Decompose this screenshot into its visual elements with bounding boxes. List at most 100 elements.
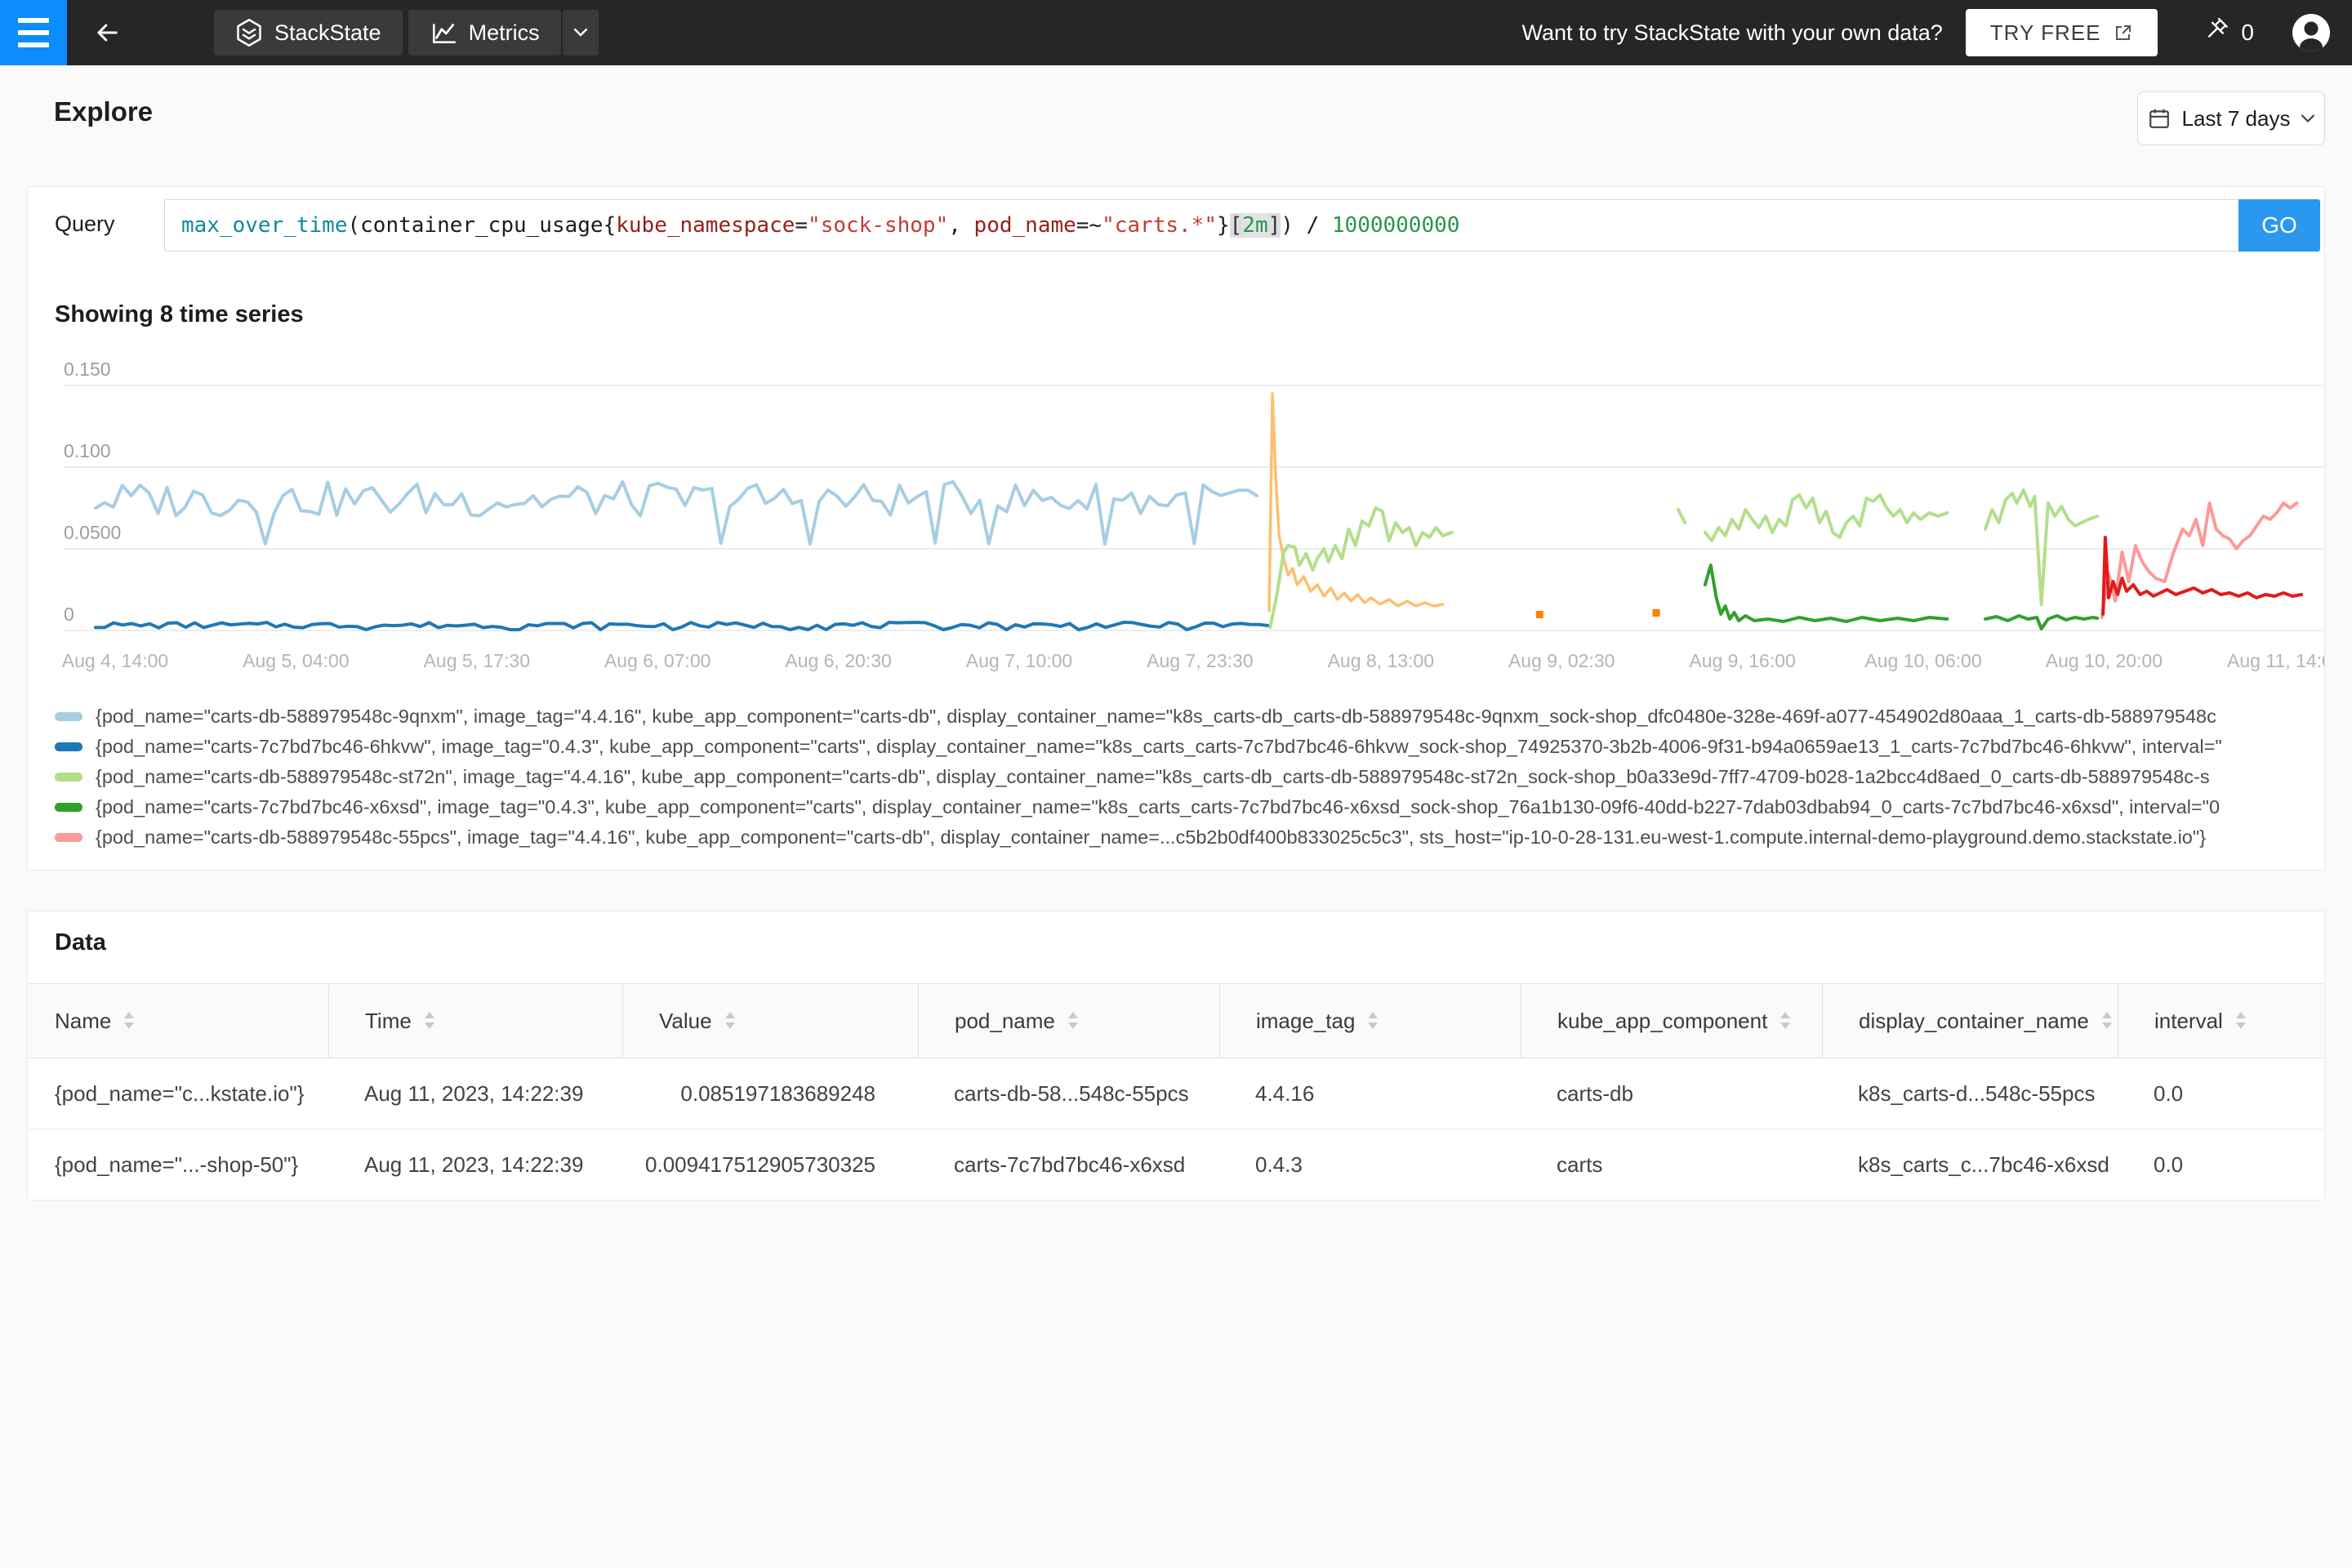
column-header-interval[interactable]: interval bbox=[2118, 984, 2324, 1058]
chevron-down-icon bbox=[2301, 114, 2315, 122]
table-cell: 0.085197183689248 bbox=[680, 1080, 875, 1106]
table-cell: carts-7c7bd7bc46-x6xsd bbox=[954, 1152, 1186, 1177]
svg-text:Aug 6, 07:00: Aug 6, 07:00 bbox=[604, 650, 710, 671]
table-cell: Aug 11, 2023, 14:22:39 bbox=[364, 1080, 584, 1106]
legend-label: {pod_name="carts-db-588979548c-st72n", i… bbox=[96, 766, 2210, 787]
query-label: Query bbox=[55, 212, 115, 236]
legend-swatch bbox=[55, 833, 82, 842]
stackstate-logo-icon bbox=[235, 18, 263, 47]
query-token: ) / bbox=[1281, 213, 1332, 238]
back-arrow-icon[interactable] bbox=[78, 0, 136, 65]
chart-legend: {pod_name="carts-db-588979548c-9qnxm", i… bbox=[28, 702, 2324, 853]
sort-icon bbox=[2235, 1012, 2246, 1029]
query-token: [ bbox=[1229, 213, 1243, 238]
column-header-display-container-name[interactable]: display_container_name bbox=[1822, 984, 2118, 1058]
svg-text:Aug 11, 14:00: Aug 11, 14:00 bbox=[2227, 650, 2324, 671]
svg-text:0.150: 0.150 bbox=[64, 359, 111, 380]
query-token: = bbox=[795, 213, 808, 238]
table-cell: carts bbox=[1557, 1152, 1603, 1177]
table-row[interactable]: {pod_name="...-shop-50"} Aug 11, 2023, 14… bbox=[28, 1129, 2324, 1200]
svg-text:Aug 10, 20:00: Aug 10, 20:00 bbox=[2046, 650, 2163, 671]
column-header-pod-name[interactable]: pod_name bbox=[918, 984, 1219, 1058]
legend-label: {pod_name="carts-db-588979548c-55pcs", i… bbox=[96, 826, 2207, 848]
brand-label: StackState bbox=[274, 20, 381, 45]
column-header-label: interval bbox=[2154, 1008, 2223, 1033]
table-cell: {pod_name="...-shop-50"} bbox=[55, 1152, 299, 1177]
svg-text:Aug 8, 13:00: Aug 8, 13:00 bbox=[1328, 650, 1434, 671]
query-token: (container_cpu_usage{ bbox=[347, 213, 617, 238]
legend-swatch bbox=[55, 773, 82, 782]
sort-icon bbox=[424, 1012, 434, 1029]
view-label: Metrics bbox=[468, 20, 540, 45]
table-header-row: Name Time Value pod_name image_tag kube_app_c… bbox=[28, 983, 2324, 1058]
legend-item[interactable]: {pod_name="carts-db-588979548c-9qnxm", i… bbox=[28, 702, 2324, 732]
caret-down-icon bbox=[573, 29, 587, 37]
column-header-label: pod_name bbox=[955, 1008, 1055, 1033]
query-input[interactable]: max_over_time (container_cpu_usage{kube_n… bbox=[164, 199, 2238, 252]
svg-text:Aug 5, 17:30: Aug 5, 17:30 bbox=[424, 650, 530, 671]
view-switcher-caret[interactable] bbox=[562, 10, 599, 56]
legend-item[interactable]: {pod_name="carts-db-588979548c-55pcs", i… bbox=[28, 822, 2324, 853]
column-header-label: Value bbox=[659, 1008, 712, 1033]
tab-stackstate[interactable]: StackState bbox=[214, 10, 403, 56]
table-cell: carts-db bbox=[1557, 1080, 1633, 1106]
column-header-name[interactable]: Name bbox=[28, 984, 328, 1058]
legend-swatch bbox=[55, 742, 82, 751]
svg-text:Aug 4, 14:00: Aug 4, 14:00 bbox=[62, 650, 168, 671]
time-range-selector[interactable]: Last 7 days bbox=[2137, 91, 2325, 145]
column-header-time[interactable]: Time bbox=[328, 984, 622, 1058]
column-header-image-tag[interactable]: image_tag bbox=[1219, 984, 1521, 1058]
table-cell: carts-db-58...548c-55pcs bbox=[954, 1080, 1189, 1106]
tab-metrics[interactable]: Metrics bbox=[408, 10, 561, 56]
column-header-label: Name bbox=[55, 1008, 112, 1033]
try-free-button[interactable]: TRY FREE bbox=[1965, 9, 2158, 56]
column-header-value[interactable]: Value bbox=[622, 984, 918, 1058]
table-cell: 0.009417512905730325 bbox=[645, 1152, 875, 1177]
query-token: =~ bbox=[1076, 213, 1102, 238]
legend-item[interactable]: {pod_name="carts-db-588979548c-st72n", i… bbox=[28, 762, 2324, 792]
legend-swatch bbox=[55, 712, 82, 721]
column-header-label: kube_app_component bbox=[1557, 1008, 1768, 1033]
sort-icon bbox=[1067, 1012, 1078, 1029]
time-range-label: Last 7 days bbox=[2181, 105, 2291, 131]
chart-title: Showing 8 time series bbox=[55, 301, 304, 327]
sort-icon bbox=[1780, 1012, 1791, 1029]
top-bar: StackState Metrics Want to try StackStat… bbox=[0, 0, 2352, 65]
query-token: kube_namespace bbox=[616, 213, 795, 238]
svg-text:0: 0 bbox=[64, 604, 74, 625]
svg-text:Aug 6, 20:30: Aug 6, 20:30 bbox=[785, 650, 891, 671]
query-token: } bbox=[1216, 213, 1230, 238]
legend-label: {pod_name="carts-db-588979548c-9qnxm", i… bbox=[96, 706, 2216, 727]
sort-icon bbox=[124, 1012, 135, 1029]
sort-icon bbox=[724, 1012, 735, 1029]
pin-icon[interactable] bbox=[2200, 18, 2230, 47]
query-token: "carts.*" bbox=[1102, 213, 1217, 238]
column-header-kube-app-component[interactable]: kube_app_component bbox=[1521, 984, 1822, 1058]
promo-text: Want to try StackState with your own dat… bbox=[1521, 20, 1943, 45]
avatar[interactable] bbox=[2290, 11, 2332, 54]
page-title: Explore bbox=[54, 96, 154, 127]
pin-count: 0 bbox=[2241, 20, 2254, 45]
query-token: , bbox=[948, 213, 974, 238]
external-link-icon bbox=[2116, 25, 2132, 40]
legend-item[interactable]: {pod_name="carts-7c7bd7bc46-6hkvw", imag… bbox=[28, 732, 2324, 762]
hamburger-menu-icon[interactable] bbox=[0, 0, 67, 65]
column-header-label: Time bbox=[365, 1008, 412, 1033]
query-token: pod_name bbox=[973, 213, 1076, 238]
legend-label: {pod_name="carts-7c7bd7bc46-6hkvw", imag… bbox=[96, 736, 2222, 757]
table-cell: k8s_carts_c...7bc46-x6xsd bbox=[1858, 1152, 2109, 1177]
svg-text:Aug 9, 16:00: Aug 9, 16:00 bbox=[1689, 650, 1795, 671]
table-cell: 4.4.16 bbox=[1255, 1080, 1315, 1106]
query-chart-card: Query max_over_time (container_cpu_usage{… bbox=[27, 186, 2325, 871]
column-header-label: display_container_name bbox=[1859, 1008, 2089, 1033]
data-title: Data bbox=[55, 929, 106, 956]
query-token: ] bbox=[1267, 213, 1281, 238]
go-button[interactable]: GO bbox=[2238, 199, 2320, 252]
try-free-label: TRY FREE bbox=[1989, 20, 2101, 45]
column-header-label: image_tag bbox=[1256, 1008, 1356, 1033]
table-row[interactable]: {pod_name="c...kstate.io"} Aug 11, 2023, … bbox=[28, 1058, 2324, 1129]
time-series-chart: 0.150 0.100 0.0500 0 Aug 4, 14:00 Aug 5, 04:0… bbox=[62, 359, 2324, 671]
legend-item[interactable]: {pod_name="carts-7c7bd7bc46-x6xsd", imag… bbox=[28, 792, 2324, 822]
legend-swatch bbox=[55, 803, 82, 812]
sort-icon bbox=[1368, 1012, 1379, 1029]
